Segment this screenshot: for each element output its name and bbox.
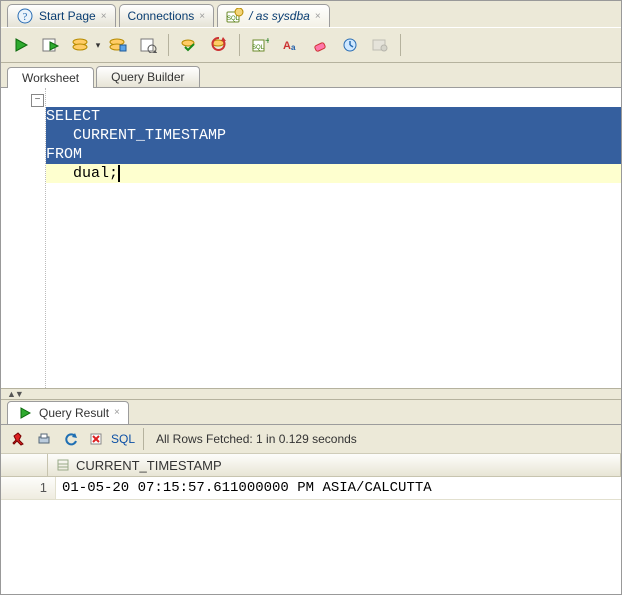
close-icon[interactable]: × [315,11,321,22]
result-grid[interactable]: CURRENT_TIMESTAMP 1 01-05-20 07:15:57.61… [1,454,621,594]
separator [239,34,240,56]
autotrace-button[interactable] [104,31,132,59]
close-icon[interactable]: × [199,11,205,22]
clear-button[interactable] [306,31,334,59]
code-line: FROM [46,145,621,164]
svg-text:a: a [291,43,296,52]
grid-header: CURRENT_TIMESTAMP [1,454,621,477]
tab-query-result[interactable]: Query Result × [7,401,129,424]
fold-toggle-icon[interactable]: − [31,94,44,107]
editor-gutter: − [1,88,46,388]
run-script-button[interactable] [37,31,65,59]
tab-label: Connections [128,9,195,23]
table-row[interactable]: 1 01-05-20 07:15:57.611000000 PM ASIA/CA… [1,477,621,500]
tab-query-builder[interactable]: Query Builder [96,66,199,87]
code-line: CURRENT_TIMESTAMP [46,126,621,145]
fetch-status: All Rows Fetched: 1 in 0.129 seconds [156,432,357,446]
tab-label: Start Page [39,9,96,23]
column-icon [54,456,72,474]
refresh-button[interactable] [59,428,81,450]
cell-value: 01-05-20 07:15:57.611000000 PM ASIA/CALC… [56,477,621,499]
svg-text:A: A [283,40,291,52]
dbms-output-button[interactable] [366,31,394,59]
code-line: SELECT [46,107,621,126]
sql-code[interactable]: SELECT CURRENT_TIMESTAMPFROM dual; [46,88,621,388]
code-line: dual; [46,164,621,183]
svg-text:SQL: SQL [252,45,265,51]
result-toolbar: SQL All Rows Fetched: 1 in 0.129 seconds [1,425,621,454]
row-number-header [1,454,48,476]
run-button[interactable] [7,31,35,59]
worksheet-toolbar: ▾ SQL+ Aa [1,27,621,63]
pin-button[interactable] [7,428,29,450]
tab-worksheet[interactable]: Worksheet [7,67,94,88]
tab-connections[interactable]: Connections × [119,4,215,27]
delete-button[interactable] [85,428,107,450]
separator [400,34,401,56]
column-label: CURRENT_TIMESTAMP [76,458,222,473]
separator [168,34,169,56]
sql-worksheet-icon: SQL [226,7,244,25]
rollback-button[interactable] [205,31,233,59]
dropdown-icon[interactable]: ▾ [94,40,102,51]
sql-link[interactable]: SQL [111,432,135,446]
sql-tuning-button[interactable] [134,31,162,59]
sql-history-button[interactable] [336,31,364,59]
tab-start-page[interactable]: ? Start Page × [7,4,116,27]
svg-text:+: + [265,37,269,47]
svg-text:SQL: SQL [227,16,240,22]
document-tabs: ? Start Page × Connections × SQL / as sy… [1,1,621,27]
sql-editor[interactable]: − SELECT CURRENT_TIMESTAMPFROM dual; [1,88,621,388]
unshared-worksheet-button[interactable]: SQL+ [246,31,274,59]
help-icon: ? [16,7,34,25]
close-icon[interactable]: × [114,407,120,418]
separator [143,428,144,450]
tab-label: / as sysdba [249,9,310,23]
to-uppercase-button[interactable]: Aa [276,31,304,59]
explain-plan-button[interactable] [67,31,95,59]
close-icon[interactable]: × [101,11,107,22]
splitter-handle[interactable]: ▲▼ [1,388,621,400]
result-tabs: Query Result × [1,400,621,425]
worksheet-tabs: Worksheet Query Builder [1,63,621,88]
run-icon [16,404,34,422]
print-button[interactable] [33,428,55,450]
commit-button[interactable] [175,31,203,59]
tab-label: Query Result [39,406,109,420]
tab-session[interactable]: SQL / as sysdba × [217,4,330,27]
column-header[interactable]: CURRENT_TIMESTAMP [48,454,621,476]
svg-text:?: ? [23,11,28,23]
row-number: 1 [1,477,56,499]
